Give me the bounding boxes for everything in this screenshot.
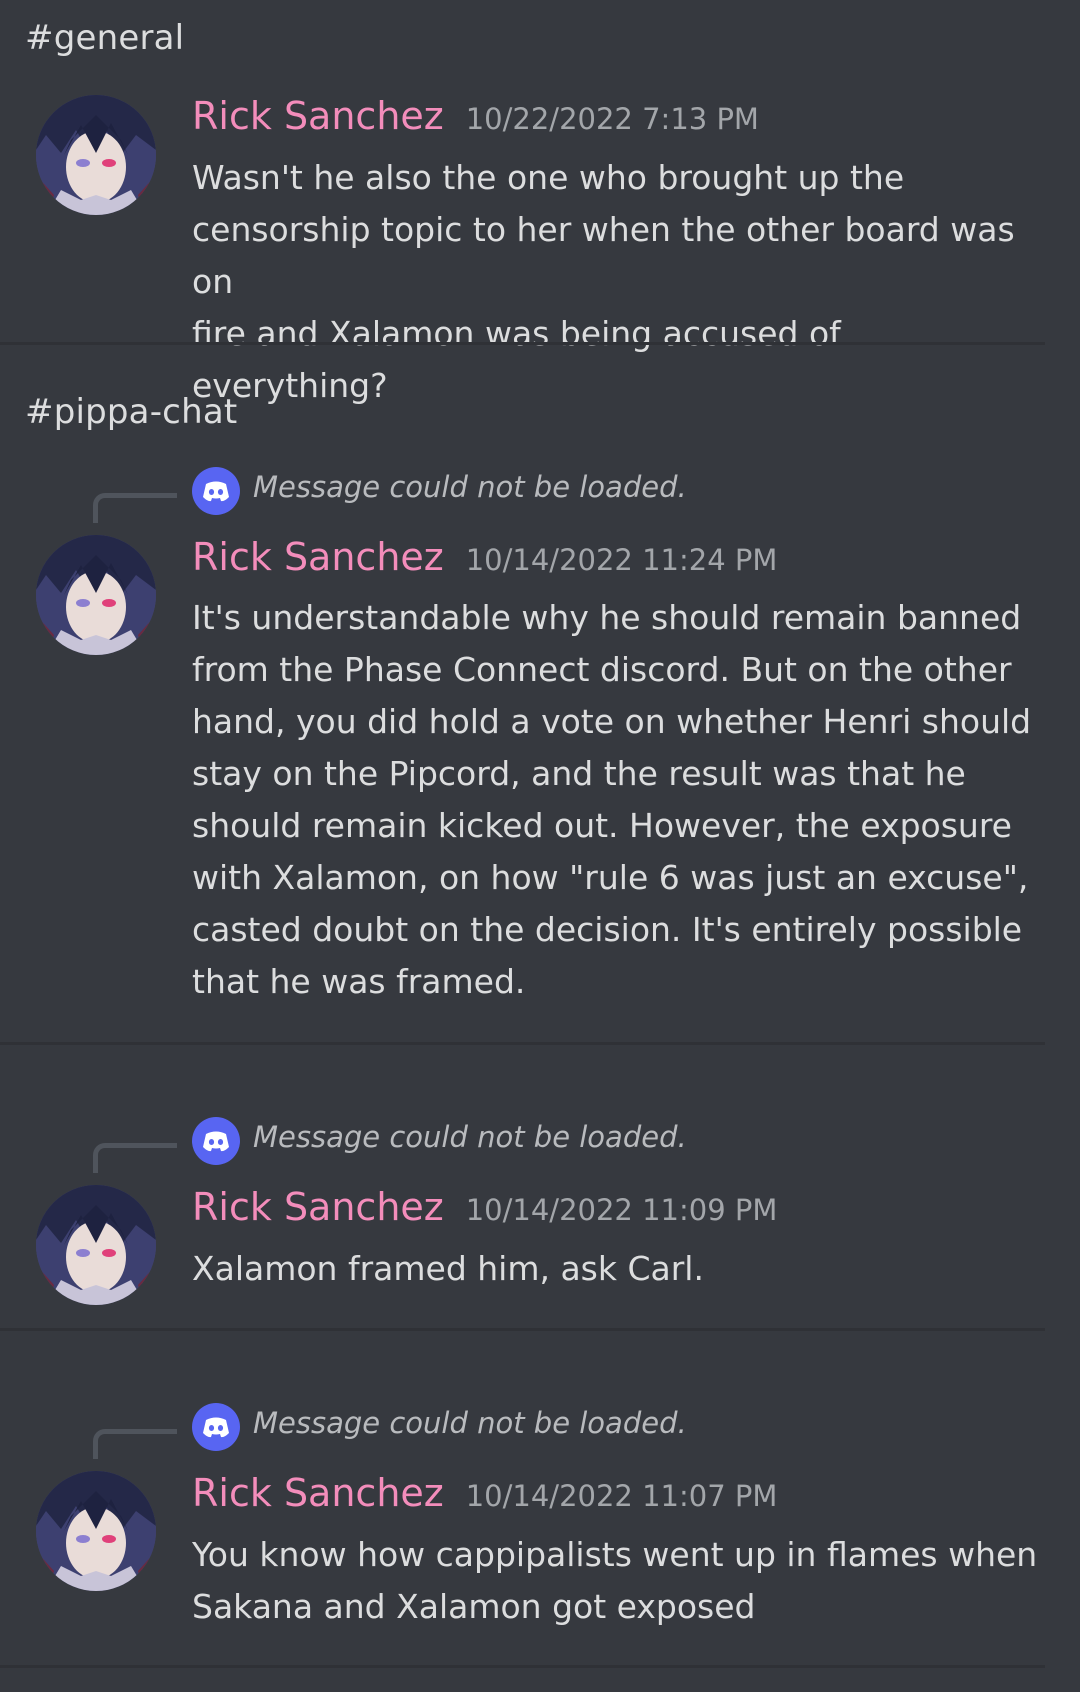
author-name[interactable]: Rick Sanchez xyxy=(192,1185,444,1229)
message-line: that he was framed. xyxy=(192,962,526,1001)
author-name[interactable]: Rick Sanchez xyxy=(192,94,444,138)
message-line: hand, you did hold a vote on whether Hen… xyxy=(192,702,1032,741)
message-line: Sakana and Xalamon got exposed xyxy=(192,1587,756,1626)
message-line: stay on the Pipcord, and the result was … xyxy=(192,754,966,793)
reply-unavailable-text: Message could not be loaded. xyxy=(253,1120,687,1154)
message-line: should remain kicked out. However, the e… xyxy=(192,806,1012,845)
message-header: Rick Sanchez 10/14/2022 11:09 PM xyxy=(192,1185,777,1229)
message-content: It's understandable why he should remain… xyxy=(192,592,1042,1008)
message-line: censorship topic to her when the other b… xyxy=(192,210,1015,301)
message-line: Xalamon framed him, ask Carl. xyxy=(192,1249,704,1288)
reply-unavailable-text: Message could not be loaded. xyxy=(253,470,687,504)
message-search-results: #general Rick Sanchez 10/22/2022 7:13 PM … xyxy=(0,0,1080,1692)
message-content: Xalamon framed him, ask Carl. xyxy=(192,1243,1042,1295)
reply-unavailable-text: Message could not be loaded. xyxy=(253,1406,687,1440)
author-name[interactable]: Rick Sanchez xyxy=(192,1471,444,1515)
message-header: Rick Sanchez 10/22/2022 7:13 PM xyxy=(192,94,759,138)
message-line: from the Phase Connect discord. But on t… xyxy=(192,650,1012,689)
message-line: casted doubt on the decision. It's entir… xyxy=(192,910,1023,949)
user-avatar[interactable] xyxy=(36,95,156,215)
discord-logo-icon xyxy=(192,1403,240,1451)
message-divider xyxy=(0,1328,1045,1331)
author-name[interactable]: Rick Sanchez xyxy=(192,535,444,579)
message-timestamp: 10/14/2022 11:24 PM xyxy=(465,543,778,577)
message-divider xyxy=(0,1665,1045,1668)
user-avatar[interactable] xyxy=(36,1471,156,1591)
message-header: Rick Sanchez 10/14/2022 11:07 PM xyxy=(192,1471,777,1515)
message-content: Wasn't he also the one who brought up th… xyxy=(192,152,1042,412)
message-line: It's understandable why he should remain… xyxy=(192,598,1022,637)
message-line: Wasn't he also the one who brought up th… xyxy=(192,158,905,197)
message-content: You know how cappipalists went up in fla… xyxy=(192,1529,1042,1633)
channel-header-pippa-chat[interactable]: #pippa-chat xyxy=(25,392,237,432)
reply-spine xyxy=(93,493,177,523)
message-header: Rick Sanchez 10/14/2022 11:24 PM xyxy=(192,535,777,579)
message-timestamp: 10/22/2022 7:13 PM xyxy=(465,102,759,136)
reply-spine xyxy=(93,1143,177,1173)
message-line: You know how cappipalists went up in fla… xyxy=(192,1535,1038,1574)
reply-preview[interactable]: Message could not be loaded. xyxy=(0,1401,1080,1459)
reply-spine xyxy=(93,1429,177,1459)
user-avatar[interactable] xyxy=(36,1185,156,1305)
user-avatar[interactable] xyxy=(36,535,156,655)
message-timestamp: 10/14/2022 11:09 PM xyxy=(465,1193,778,1227)
channel-header-general[interactable]: #general xyxy=(25,18,184,58)
reply-preview[interactable]: Message could not be loaded. xyxy=(0,465,1080,523)
message-line: fire and Xalamon was being accused of ev… xyxy=(192,314,841,405)
message-divider xyxy=(0,1042,1045,1045)
message-divider xyxy=(0,342,1045,345)
message-line: with Xalamon, on how "rule 6 was just an… xyxy=(192,858,1029,897)
message-timestamp: 10/14/2022 11:07 PM xyxy=(465,1479,778,1513)
discord-logo-icon xyxy=(192,467,240,515)
reply-preview[interactable]: Message could not be loaded. xyxy=(0,1115,1080,1173)
discord-logo-icon xyxy=(192,1117,240,1165)
